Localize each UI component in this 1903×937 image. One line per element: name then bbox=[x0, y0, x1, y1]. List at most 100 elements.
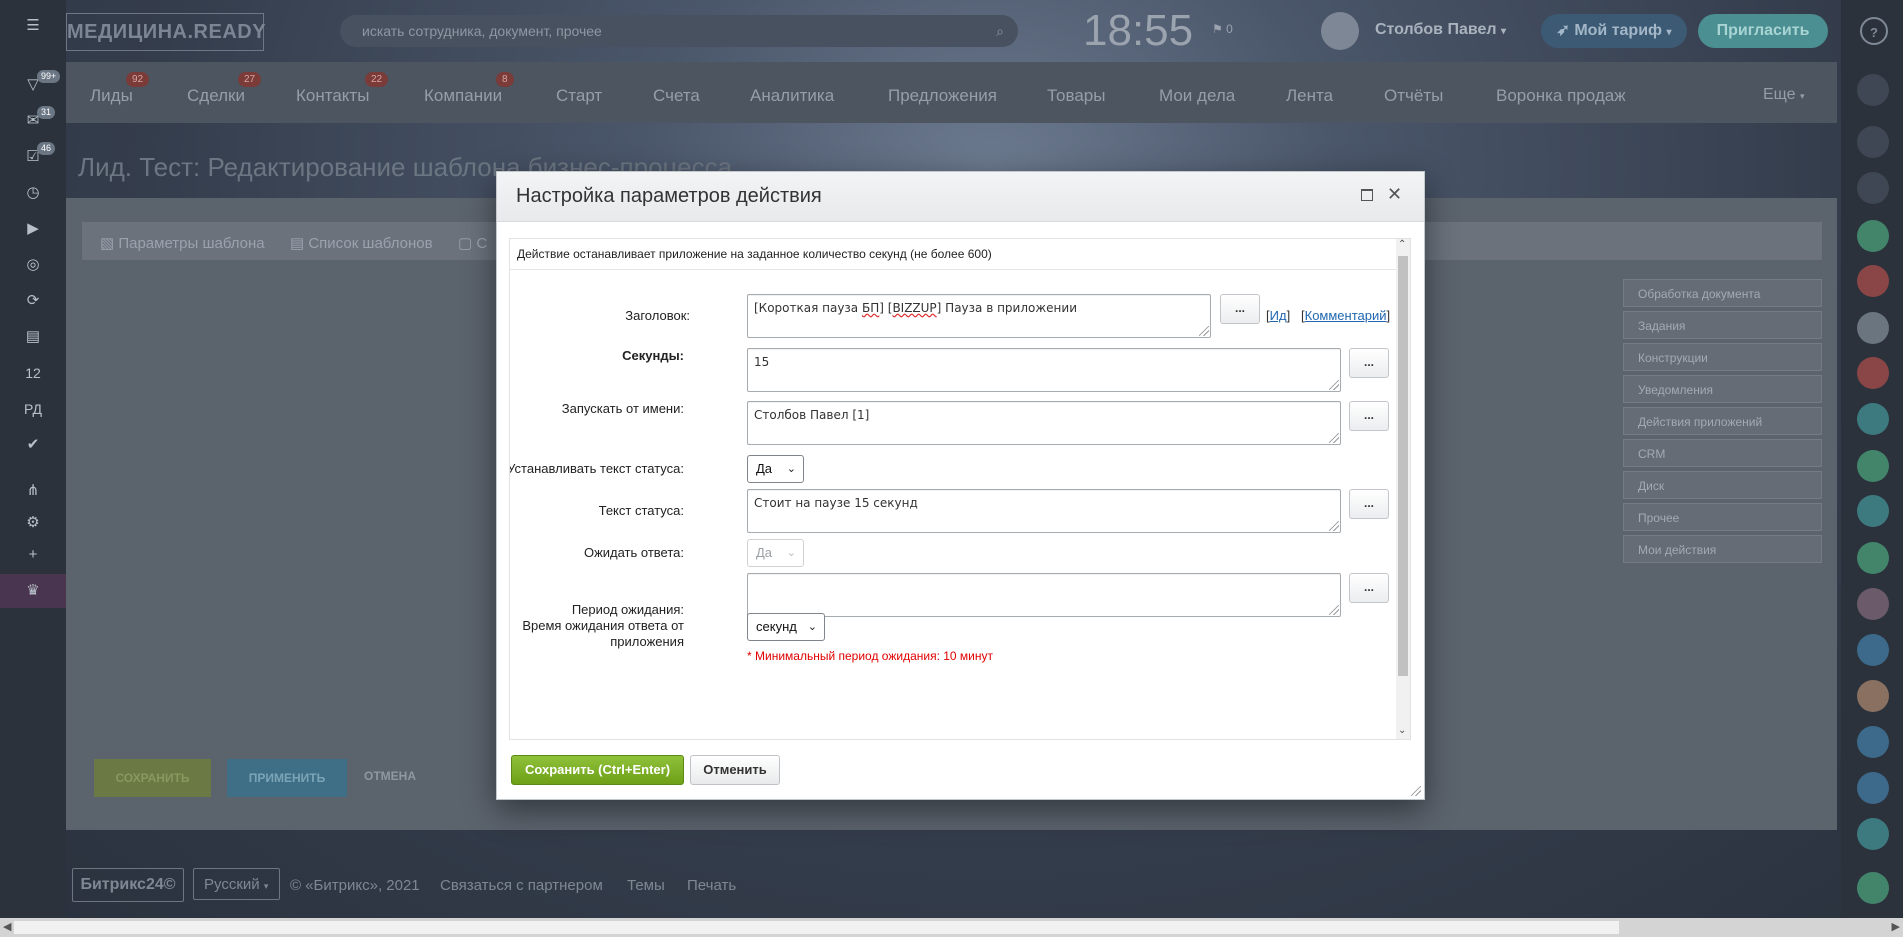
video-call-icon[interactable] bbox=[1857, 772, 1889, 804]
search-input[interactable]: искать сотрудника, документ, прочее ⌕ bbox=[340, 15, 1018, 47]
resize-handle[interactable] bbox=[1329, 433, 1339, 443]
dialog-cancel-button[interactable]: Отменить bbox=[690, 755, 780, 785]
group-document-processing[interactable]: Обработка документа bbox=[1623, 279, 1822, 307]
video-call-icon[interactable] bbox=[1857, 220, 1889, 252]
sidebar-label-rd[interactable]: РД bbox=[0, 392, 66, 426]
avatar[interactable] bbox=[1857, 680, 1889, 712]
comment-link-text[interactable]: Комментарий bbox=[1305, 308, 1387, 323]
group-app-actions[interactable]: Действия приложений bbox=[1623, 407, 1822, 435]
video-call-icon[interactable] bbox=[1857, 542, 1889, 574]
help-button[interactable]: ? bbox=[1860, 17, 1888, 45]
maximize-icon[interactable] bbox=[1361, 189, 1373, 201]
group-constructions[interactable]: Конструкции bbox=[1623, 343, 1822, 371]
partner-link[interactable]: Связаться с партнером bbox=[440, 877, 603, 894]
group-other[interactable]: Прочее bbox=[1623, 503, 1822, 531]
scroll-left-icon[interactable]: ◀ bbox=[3, 920, 11, 933]
dialog-header[interactable]: Настройка параметров действия ✕ bbox=[497, 172, 1424, 222]
group-notifications[interactable]: Уведомления bbox=[1623, 375, 1822, 403]
tab-reports[interactable]: Отчёты bbox=[1384, 86, 1443, 106]
flag-counter[interactable]: ⚑ 0 bbox=[1212, 22, 1233, 36]
chat-icon[interactable] bbox=[1857, 495, 1889, 527]
page-apply-button[interactable]: ПРИМЕНИТЬ bbox=[227, 759, 347, 797]
language-select[interactable]: Русский ▾ bbox=[193, 868, 280, 900]
id-link-text[interactable]: Ид bbox=[1270, 308, 1287, 323]
tariff-button[interactable]: ➶ Мой тариф ▾ bbox=[1541, 14, 1687, 48]
tab-my-activities[interactable]: Мои дела bbox=[1159, 86, 1235, 106]
seconds-field[interactable]: 15 bbox=[747, 348, 1341, 392]
video-call-icon[interactable] bbox=[1857, 726, 1889, 758]
invite-button[interactable]: Пригласить bbox=[1698, 14, 1828, 48]
bell-icon[interactable] bbox=[1857, 74, 1889, 106]
tasks-icon[interactable]: ☑ bbox=[0, 140, 66, 174]
print-link[interactable]: Печать bbox=[687, 877, 736, 894]
tab-sales-funnel[interactable]: Воронка продаж bbox=[1496, 86, 1626, 106]
clock-icon[interactable]: ◷ bbox=[0, 176, 66, 210]
period-unit-select[interactable]: секунд ⌄ bbox=[747, 613, 825, 641]
resize-handle[interactable] bbox=[1199, 326, 1209, 336]
title-field[interactable]: [Короткая пауза БП] [BIZZUP] Пауза в при… bbox=[747, 294, 1211, 338]
chat-icon[interactable] bbox=[1857, 818, 1889, 850]
resize-handle[interactable] bbox=[1329, 380, 1339, 390]
tab-contacts[interactable]: Контакты bbox=[296, 86, 369, 106]
run-as-picker-button[interactable]: ... bbox=[1349, 401, 1389, 431]
chat-icon[interactable] bbox=[1857, 634, 1889, 666]
support-icon[interactable] bbox=[1857, 126, 1889, 158]
seconds-picker-button[interactable]: ... bbox=[1349, 348, 1389, 378]
tab-more[interactable]: Еще ▾ bbox=[1763, 86, 1805, 104]
comment-link[interactable]: [Комментарий] bbox=[1301, 308, 1390, 323]
tab-feed[interactable]: Лента bbox=[1286, 86, 1333, 106]
search-icon[interactable] bbox=[1857, 172, 1889, 204]
resize-handle[interactable] bbox=[1329, 521, 1339, 531]
period-field[interactable] bbox=[747, 573, 1341, 617]
scrollbar-thumb[interactable] bbox=[1398, 256, 1408, 676]
period-picker-button[interactable]: ... bbox=[1349, 573, 1389, 603]
hierarchy-icon[interactable]: ⋔ bbox=[0, 474, 66, 508]
horizontal-scrollbar[interactable]: ◀ ▶ bbox=[0, 918, 1903, 937]
mail-icon[interactable]: ✉ bbox=[0, 104, 66, 138]
target-icon[interactable]: ◎ bbox=[0, 248, 66, 282]
group-my-actions[interactable]: Мои действия bbox=[1623, 535, 1822, 563]
avatar[interactable] bbox=[1857, 312, 1889, 344]
company-logo[interactable]: МЕДИЦИНА.READY bbox=[66, 13, 266, 51]
tab-start[interactable]: Старт bbox=[556, 86, 602, 106]
plus-icon[interactable]: + bbox=[0, 538, 66, 572]
dialog-resize-handle[interactable] bbox=[1411, 786, 1421, 796]
template-list-link[interactable]: ▤ Список шаблонов bbox=[290, 234, 433, 252]
scroll-up-icon[interactable]: ⌃ bbox=[1398, 239, 1406, 250]
run-as-field[interactable]: Столбов Павел [1] bbox=[747, 401, 1341, 445]
tab-analytics[interactable]: Аналитика bbox=[750, 86, 834, 106]
id-link[interactable]: [Ид] bbox=[1266, 308, 1290, 323]
video-call-icon[interactable] bbox=[1857, 450, 1889, 482]
close-icon[interactable]: ✕ bbox=[1387, 184, 1402, 205]
scroll-right-icon[interactable]: ▶ bbox=[1892, 920, 1900, 933]
crown-icon[interactable]: ♛ bbox=[0, 574, 66, 608]
group-disk[interactable]: Диск bbox=[1623, 471, 1822, 499]
bitrix24-logo[interactable]: Битрикс24© bbox=[72, 868, 184, 902]
dialog-save-button[interactable]: Сохранить (Ctrl+Enter) bbox=[511, 755, 684, 785]
check-icon[interactable]: ✔ bbox=[0, 428, 66, 462]
set-status-select[interactable]: Да ⌄ bbox=[747, 455, 804, 483]
status-text-picker-button[interactable]: ... bbox=[1349, 489, 1389, 519]
clock[interactable]: 18:55 bbox=[1083, 6, 1193, 56]
themes-link[interactable]: Темы bbox=[627, 877, 665, 894]
toolbar-item-third[interactable]: ▢ С bbox=[458, 234, 487, 252]
tab-companies[interactable]: Компании bbox=[424, 86, 502, 106]
dialog-scrollbar[interactable]: ⌃ ⌄ bbox=[1396, 239, 1410, 739]
user-avatar[interactable] bbox=[1321, 12, 1359, 50]
status-text-field[interactable]: Стоит на паузе 15 секунд bbox=[747, 489, 1341, 533]
group-crm[interactable]: CRM bbox=[1623, 439, 1822, 467]
tab-invoices[interactable]: Счета bbox=[653, 86, 700, 106]
scrollbar-thumb[interactable] bbox=[14, 921, 1619, 934]
sync-icon[interactable]: ⟳ bbox=[0, 284, 66, 318]
scroll-down-icon[interactable]: ⌄ bbox=[1398, 725, 1406, 736]
tab-deals[interactable]: Сделки bbox=[187, 86, 245, 106]
sidebar-label-12[interactable]: 12 bbox=[0, 356, 66, 390]
video-call-icon[interactable] bbox=[1857, 357, 1889, 389]
tab-leads[interactable]: Лиды bbox=[90, 86, 133, 106]
menu-icon[interactable]: ☰ bbox=[0, 9, 66, 43]
group-tasks[interactable]: Задания bbox=[1623, 311, 1822, 339]
tab-quotes[interactable]: Предложения bbox=[888, 86, 997, 106]
tab-products[interactable]: Товары bbox=[1047, 86, 1105, 106]
video-call-icon[interactable] bbox=[1857, 265, 1889, 297]
page-save-button[interactable]: СОХРАНИТЬ bbox=[94, 759, 211, 797]
